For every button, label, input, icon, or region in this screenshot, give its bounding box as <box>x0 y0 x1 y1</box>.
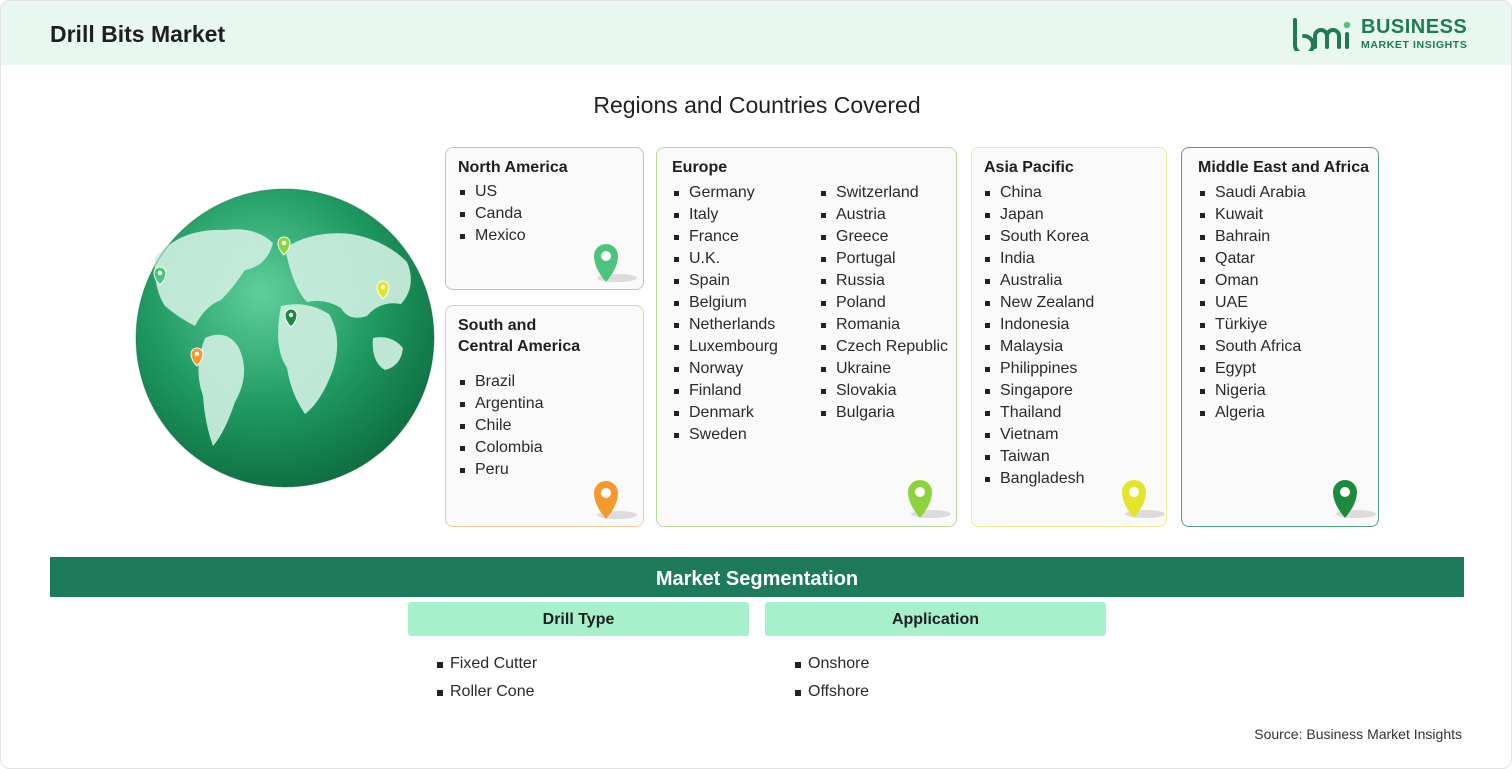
country-list: Saudi Arabia Kuwait Bahrain Qatar Oman U… <box>1198 182 1306 424</box>
region-title: North America <box>458 159 568 176</box>
list-item: Switzerland <box>819 182 948 204</box>
list-item: Russia <box>819 270 948 292</box>
list-item: Türkiye <box>1198 314 1306 336</box>
list-item: Nigeria <box>1198 380 1306 402</box>
list-item: Algeria <box>1198 402 1306 424</box>
list-item: Bulgaria <box>819 402 948 424</box>
list-item: Taiwan <box>983 446 1094 468</box>
region-title: Middle East and Africa <box>1198 159 1369 176</box>
brand-logo: BUSINESS MARKET INSIGHTS <box>1291 15 1471 55</box>
region-card-north-america: North America US Canda Mexico <box>445 147 644 290</box>
segmentation-title-bar: Market Segmentation <box>50 557 1464 597</box>
region-card-asia-pacific: Asia Pacific China Japan South Korea Ind… <box>971 147 1167 527</box>
logo-text-market-insights: MARKET INSIGHTS <box>1361 39 1468 51</box>
list-item: Poland <box>819 292 948 314</box>
list-item: Czech Republic <box>819 336 948 358</box>
segment-heading-application: Application <box>765 602 1106 636</box>
infographic-frame: Drill Bits Market BUSINESS MARKET INSIGH… <box>0 0 1512 769</box>
list-item: New Zealand <box>983 292 1094 314</box>
list-item: Peru <box>458 459 544 481</box>
segment-list-application: Onshore Offshore <box>795 650 869 706</box>
region-card-south-central-america: South and Central America Brazil Argenti… <box>445 305 644 527</box>
list-item: Onshore <box>795 650 869 678</box>
region-card-europe: Europe Germany Italy France U.K. Spain B… <box>656 147 957 527</box>
regions-section-title: Regions and Countries Covered <box>593 92 921 118</box>
source-note: Source: Business Market Insights <box>1254 726 1462 742</box>
region-title-line2: Central America <box>458 338 581 355</box>
map-pin-icon <box>1122 480 1165 518</box>
region-title: South and Central America <box>458 315 580 357</box>
list-item: Malaysia <box>983 336 1094 358</box>
logo-text-business: BUSINESS <box>1361 16 1468 38</box>
list-item: Qatar <box>1198 248 1306 270</box>
list-item: Austria <box>819 204 948 226</box>
list-item: Sweden <box>672 424 778 446</box>
list-item: Greece <box>819 226 948 248</box>
list-item: China <box>983 182 1094 204</box>
list-item: Egypt <box>1198 358 1306 380</box>
region-title: Asia Pacific <box>984 159 1074 176</box>
globe-illustration <box>135 188 435 488</box>
list-item: South Korea <box>983 226 1094 248</box>
country-list: Brazil Argentina Chile Colombia Peru <box>458 371 544 481</box>
list-item: France <box>672 226 778 248</box>
region-card-middle-east-africa: Middle East and Africa Saudi Arabia Kuwa… <box>1181 147 1379 527</box>
list-item: Offshore <box>795 678 869 706</box>
list-item: Spain <box>672 270 778 292</box>
list-item: Ukraine <box>819 358 948 380</box>
list-item: Fixed Cutter <box>437 650 537 678</box>
list-item: Argentina <box>458 393 544 415</box>
segment-heading-drill-type: Drill Type <box>408 602 749 636</box>
list-item: U.K. <box>672 248 778 270</box>
list-item: Bahrain <box>1198 226 1306 248</box>
list-item: Italy <box>672 204 778 226</box>
list-item: Germany <box>672 182 778 204</box>
map-pin-icon <box>594 244 637 282</box>
header-bar: Drill Bits Market BUSINESS MARKET INSIGH… <box>1 1 1511 65</box>
page-title: Drill Bits Market <box>50 21 226 47</box>
list-item: US <box>458 181 526 203</box>
list-item: Philippines <box>983 358 1094 380</box>
list-item: Singapore <box>983 380 1094 402</box>
list-item: Luxembourg <box>672 336 778 358</box>
country-list: China Japan South Korea India Australia … <box>983 182 1094 490</box>
list-item: Indonesia <box>983 314 1094 336</box>
list-item: Oman <box>1198 270 1306 292</box>
list-item: Roller Cone <box>437 678 537 706</box>
map-pin-icon <box>1333 480 1376 518</box>
list-item: Vietnam <box>983 424 1094 446</box>
region-title: Europe <box>672 159 728 176</box>
country-list: US Canda Mexico <box>458 181 526 247</box>
list-item: Saudi Arabia <box>1198 182 1306 204</box>
bmi-logo-icon <box>1293 18 1351 51</box>
list-item: Portugal <box>819 248 948 270</box>
map-pin-icon <box>908 480 951 518</box>
list-item: Denmark <box>672 402 778 424</box>
list-item: Slovakia <box>819 380 948 402</box>
region-title-line1: South and <box>458 317 537 334</box>
list-item: Australia <box>983 270 1094 292</box>
country-list-col2: Switzerland Austria Greece Portugal Russ… <box>819 182 948 424</box>
list-item: Brazil <box>458 371 544 393</box>
map-pin-icon <box>594 481 637 519</box>
list-item: Romania <box>819 314 948 336</box>
list-item: Colombia <box>458 437 544 459</box>
segment-list-drill-type: Fixed Cutter Roller Cone <box>437 650 537 706</box>
list-item: Japan <box>983 204 1094 226</box>
list-item: Norway <box>672 358 778 380</box>
list-item: India <box>983 248 1094 270</box>
list-item: Canda <box>458 203 526 225</box>
list-item: Netherlands <box>672 314 778 336</box>
list-item: Bangladesh <box>983 468 1094 490</box>
list-item: Chile <box>458 415 544 437</box>
list-item: South Africa <box>1198 336 1306 358</box>
list-item: Belgium <box>672 292 778 314</box>
list-item: UAE <box>1198 292 1306 314</box>
list-item: Finland <box>672 380 778 402</box>
country-list-col1: Germany Italy France U.K. Spain Belgium … <box>672 182 778 446</box>
list-item: Kuwait <box>1198 204 1306 226</box>
list-item: Mexico <box>458 225 526 247</box>
list-item: Thailand <box>983 402 1094 424</box>
